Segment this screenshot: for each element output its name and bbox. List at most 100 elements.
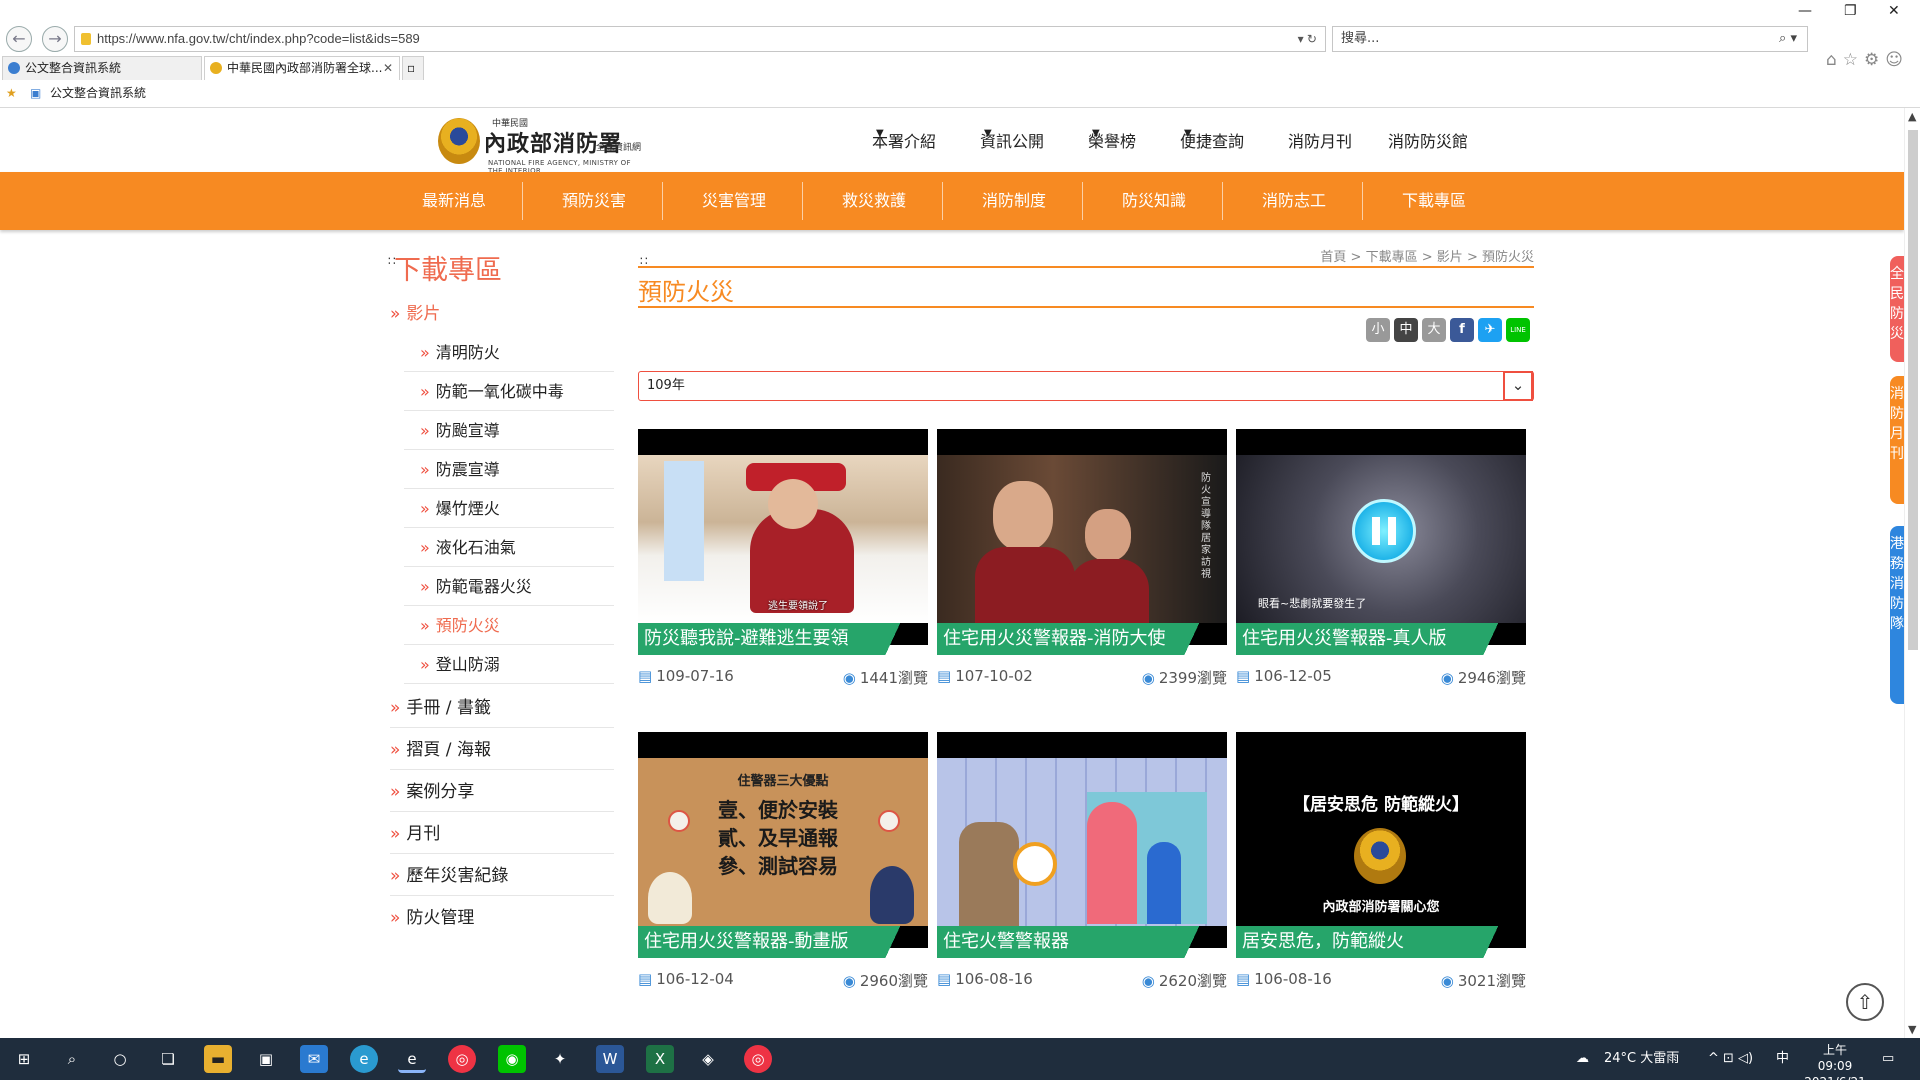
address-bar[interactable]: https://www.nfa.gov.tw/cht/index.php?cod…: [74, 26, 1326, 52]
video-title[interactable]: 防災聽我說-避難逃生要領: [638, 623, 928, 655]
tab-nfa[interactable]: 中華民國內政部消防署全球... ✕: [204, 56, 400, 80]
sidebar-item[interactable]: » 防火管理: [390, 898, 614, 938]
close-tab-icon[interactable]: ✕: [383, 57, 393, 79]
store-icon[interactable]: ▣: [252, 1045, 280, 1073]
year-select[interactable]: 109年 ⌄: [638, 371, 1534, 401]
sidebar-sub-item[interactable]: » 防範一氧化碳中毒: [404, 372, 614, 411]
forward-button[interactable]: →: [42, 26, 68, 52]
chrome-icon[interactable]: ◎: [448, 1045, 476, 1073]
sidebar-sub-item-active[interactable]: » 預防火災: [404, 606, 614, 645]
chevron-right-icon: »: [420, 616, 430, 635]
search-icon[interactable]: ⌕: [58, 1045, 86, 1073]
favorite-link[interactable]: 公文整合資訊系統: [50, 82, 146, 104]
pause-icon[interactable]: [1352, 499, 1416, 563]
video-title[interactable]: 住宅用火災警報器-真人版: [1236, 623, 1526, 655]
mainnav-knowledge[interactable]: 防災知識: [1084, 172, 1224, 230]
notification-icon[interactable]: ▭: [1882, 1038, 1894, 1080]
sidebar-sub-item[interactable]: » 爆竹煙火: [404, 489, 614, 528]
search-box[interactable]: 搜尋... ⌕ ▾: [1332, 26, 1808, 52]
line-app-icon[interactable]: ◉: [498, 1045, 526, 1073]
float-tab-port[interactable]: 港務消防隊: [1890, 526, 1904, 704]
page-scrollbar[interactable]: ▲ ▼: [1904, 108, 1920, 1038]
sidebar-item[interactable]: » 歷年災害紀錄: [390, 856, 614, 896]
mainnav-manage[interactable]: 災害管理: [664, 172, 804, 230]
tab-docs[interactable]: 公文整合資訊系統: [2, 56, 202, 80]
video-title[interactable]: 住宅用火災警報器-消防大使: [937, 623, 1227, 655]
site-logo[interactable]: 中華民國 內政部消防署 全球資訊網 NATIONAL FIRE AGENCY, …: [438, 116, 648, 175]
chrome-user-icon[interactable]: ◎: [744, 1045, 772, 1073]
mail-icon[interactable]: ✉: [300, 1045, 328, 1073]
breadcrumb-download[interactable]: 下載專區: [1366, 250, 1418, 265]
nav-divider: [1222, 182, 1223, 220]
sidebar-sub-item[interactable]: » 防震宣導: [404, 450, 614, 489]
breadcrumb-videos[interactable]: 影片: [1437, 250, 1463, 265]
windows-start-icon[interactable]: ⊞: [10, 1045, 38, 1073]
back-to-top-button[interactable]: ⇧: [1846, 983, 1884, 1021]
twitter-icon[interactable]: ✈: [1478, 318, 1502, 342]
task-view-icon[interactable]: ❏: [154, 1045, 182, 1073]
line-icon[interactable]: LINE: [1506, 318, 1530, 342]
topnav-monthly[interactable]: 消防月刊: [1288, 128, 1352, 152]
sidebar-item[interactable]: » 摺頁 / 海報: [390, 730, 614, 770]
chevron-down-icon[interactable]: ⌄: [1503, 371, 1533, 401]
cortana-icon[interactable]: ○: [106, 1045, 134, 1073]
close-window-icon[interactable]: ✕: [1888, 3, 1900, 19]
word-icon[interactable]: W: [596, 1045, 624, 1073]
video-title[interactable]: 居安思危，防範縱火: [1236, 926, 1526, 958]
ie-icon[interactable]: e: [398, 1045, 426, 1073]
weather-text[interactable]: 24°C 大雷雨: [1604, 1038, 1679, 1080]
scroll-down-icon[interactable]: ▼: [1908, 1023, 1916, 1036]
excel-icon[interactable]: X: [646, 1045, 674, 1073]
video-thumbnail[interactable]: [937, 732, 1227, 948]
topnav-museum[interactable]: 消防防災館: [1388, 128, 1468, 152]
font-large-button[interactable]: 大: [1422, 318, 1446, 342]
file-explorer-icon[interactable]: ▬: [204, 1045, 232, 1073]
video-thumbnail[interactable]: 眼看~悲劇就要發生了: [1236, 429, 1526, 645]
mainnav-volunteer[interactable]: 消防志工: [1224, 172, 1364, 230]
sidebar-sub-item[interactable]: » 清明防火: [404, 333, 614, 372]
new-tab-button[interactable]: ▫: [402, 56, 424, 80]
restore-icon[interactable]: ❐: [1844, 3, 1857, 19]
float-tab-char: 消: [1890, 386, 1904, 402]
sidebar-item[interactable]: » 月刊: [390, 814, 614, 854]
video-thumbnail[interactable]: 【居安思危 防範縱火】 內政部消防署關心您: [1236, 732, 1526, 948]
video-thumbnail[interactable]: 逃生要領說了: [638, 429, 928, 645]
favorites-star-icon[interactable]: ★: [6, 82, 17, 104]
font-small-button[interactable]: 小: [1366, 318, 1390, 342]
sidebar-sub-item[interactable]: » 防颱宣導: [404, 411, 614, 450]
float-tab-monthly[interactable]: 消防月刊: [1890, 376, 1904, 504]
breadcrumb-current[interactable]: 預防火災: [1482, 250, 1534, 265]
search-icon[interactable]: ⌕ ▾: [1779, 27, 1797, 51]
font-medium-button[interactable]: 中: [1394, 318, 1418, 342]
video-thumbnail[interactable]: 住警器三大優點 壹、便於安裝 貳、及早通報 參、測試容易: [638, 732, 928, 948]
scrollbar-thumb[interactable]: [1908, 130, 1918, 650]
facebook-icon[interactable]: f: [1450, 318, 1474, 342]
sidebar-sub-item[interactable]: » 液化石油氣: [404, 528, 614, 567]
clock[interactable]: 上午 09:09 2021/6/21: [1804, 1042, 1866, 1090]
ime-indicator[interactable]: 中: [1776, 1038, 1789, 1080]
video-thumbnail[interactable]: 防火宣導隊居家訪視: [937, 429, 1227, 645]
scroll-up-icon[interactable]: ▲: [1908, 110, 1916, 123]
video-title[interactable]: 住宅火警警報器: [937, 926, 1227, 958]
float-tab-disaster[interactable]: 全民防災: [1890, 256, 1904, 362]
mainnav-download[interactable]: 下載專區: [1364, 172, 1504, 230]
weather-icon[interactable]: ☁: [1576, 1038, 1589, 1080]
sidebar-sub-item[interactable]: » 登山防溺: [404, 645, 614, 684]
app-icon[interactable]: ◈: [694, 1045, 722, 1073]
back-button[interactable]: ←: [6, 26, 32, 52]
video-title[interactable]: 住宅用火災警報器-動畫版: [638, 926, 928, 958]
sidebar-item[interactable]: » 案例分享: [390, 772, 614, 812]
mainnav-prevent[interactable]: 預防災害: [524, 172, 664, 230]
minimize-icon[interactable]: —: [1798, 3, 1812, 19]
sidebar-sub-item[interactable]: » 防範電器火災: [404, 567, 614, 606]
edge-icon[interactable]: e: [350, 1045, 378, 1073]
breadcrumb-home[interactable]: 首頁: [1320, 250, 1346, 265]
refresh-icon[interactable]: ▾ ↻: [1298, 27, 1317, 51]
mainnav-rescue[interactable]: 救災救護: [804, 172, 944, 230]
mainnav-news[interactable]: 最新消息: [384, 172, 524, 230]
app-icon[interactable]: ✦: [546, 1045, 574, 1073]
tray-icons[interactable]: ^ ⊡ ◁): [1708, 1038, 1753, 1080]
sidebar-item[interactable]: » 手冊 / 書籤: [390, 688, 614, 728]
sidebar-item-videos[interactable]: » 影片: [390, 294, 614, 334]
mainnav-system[interactable]: 消防制度: [944, 172, 1084, 230]
